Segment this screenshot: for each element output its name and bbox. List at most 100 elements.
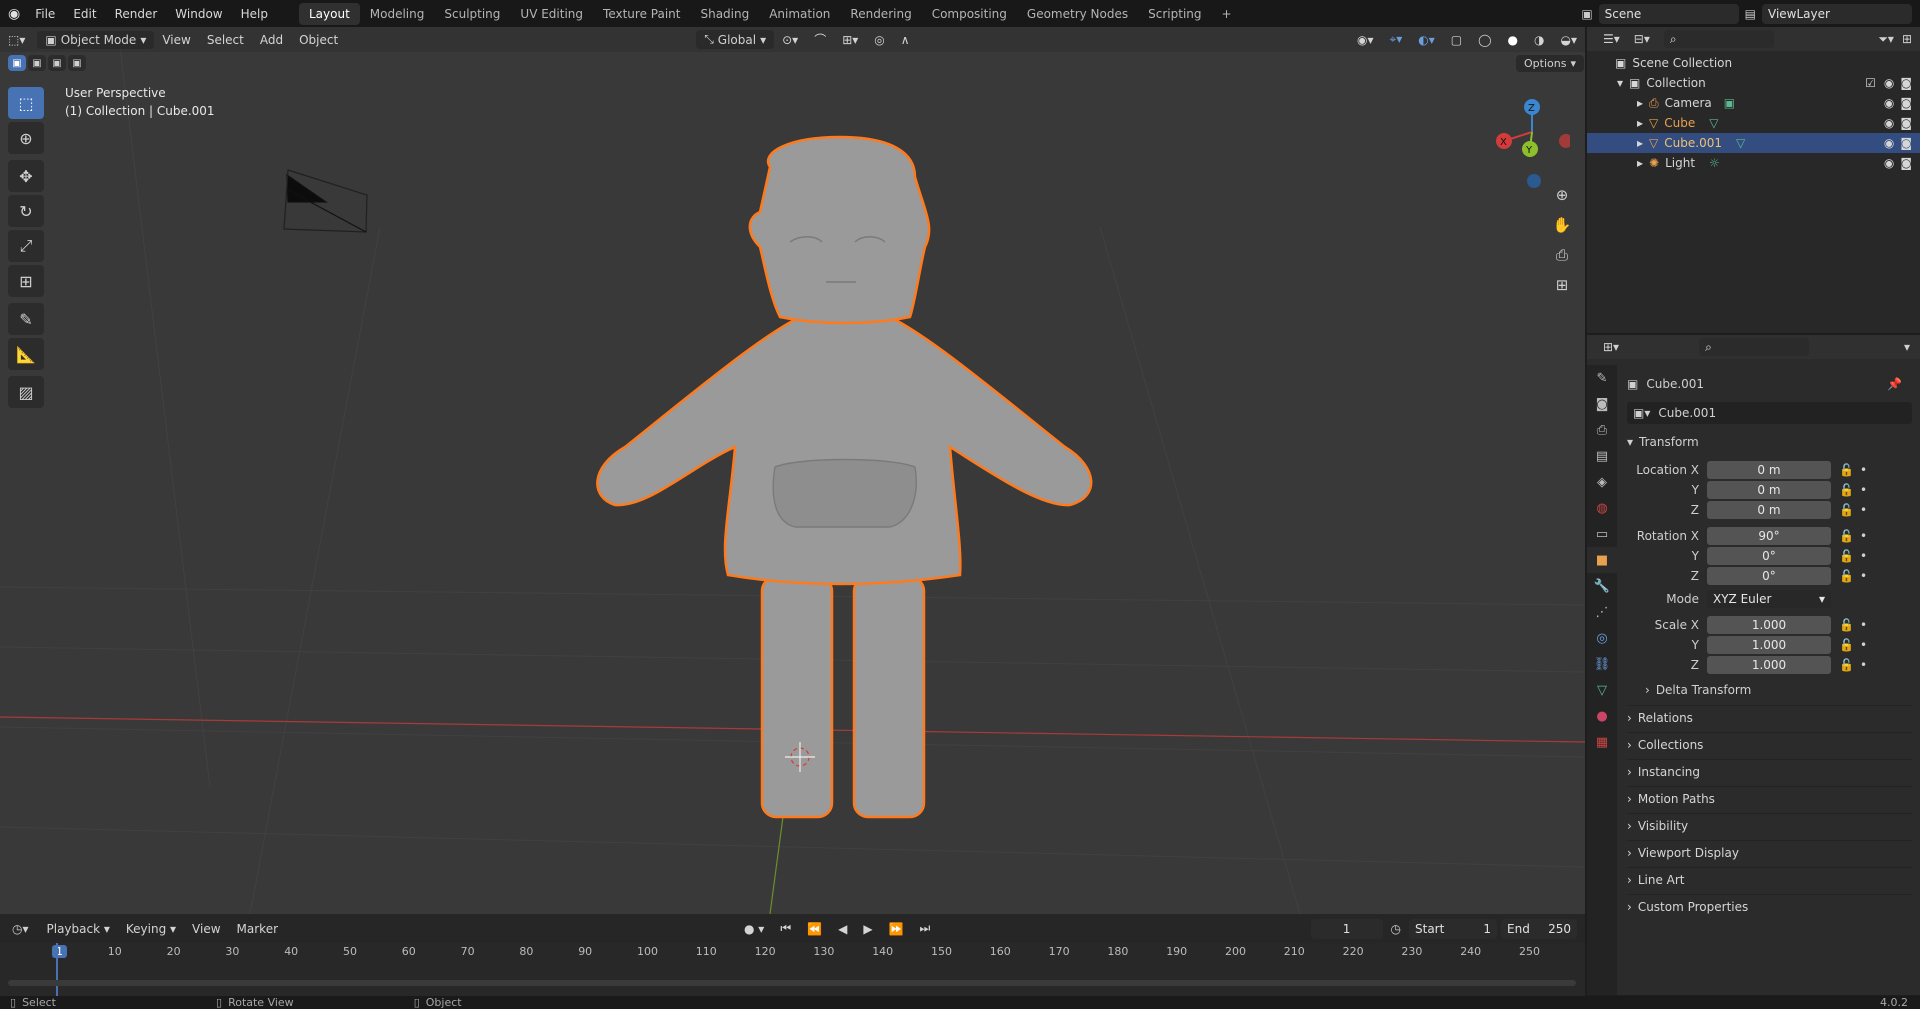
- eye-icon[interactable]: ◉: [1884, 136, 1894, 150]
- scale-tool-icon[interactable]: ⤢: [8, 230, 44, 262]
- properties-search-input[interactable]: ⌕: [1699, 338, 1810, 356]
- timeline-menu-playback[interactable]: Playback ▾: [39, 922, 118, 936]
- camera-render-icon[interactable]: ◙: [1900, 76, 1912, 90]
- keyframe-dot-icon[interactable]: •: [1860, 658, 1867, 672]
- scene-tab-icon[interactable]: ◈: [1587, 469, 1617, 495]
- object-tab-icon[interactable]: ■: [1587, 547, 1617, 573]
- scene-icon[interactable]: ▣: [1581, 7, 1592, 21]
- timeline-menu-marker[interactable]: Marker: [229, 922, 286, 936]
- preview-range-icon[interactable]: ◷: [1391, 922, 1401, 936]
- keyframe-dot-icon[interactable]: •: [1860, 638, 1867, 652]
- lock-icon[interactable]: 🔓: [1839, 549, 1854, 563]
- location-z-field[interactable]: 0 m: [1707, 501, 1831, 519]
- annotate-tool-icon[interactable]: ✎: [8, 303, 44, 335]
- scene-selector[interactable]: Scene: [1598, 3, 1739, 24]
- pan-hand-icon[interactable]: ✋: [1548, 211, 1576, 239]
- play-reverse-icon[interactable]: ◀: [830, 922, 855, 936]
- filter-icon[interactable]: ⏷▾: [1878, 32, 1894, 47]
- start-frame-field[interactable]: Start 1: [1409, 918, 1497, 939]
- modifier-tab-icon[interactable]: 🔧: [1587, 573, 1617, 599]
- chevron-down-icon[interactable]: ▾: [1617, 76, 1623, 90]
- playhead-line[interactable]: [56, 943, 58, 997]
- delta-transform-subpanel[interactable]: › Delta Transform: [1645, 683, 1751, 697]
- view-layer-icon[interactable]: ▤: [1745, 7, 1756, 21]
- transform-panel-header[interactable]: ▾ Transform: [1627, 435, 1699, 449]
- collection-tab-icon[interactable]: ▭: [1587, 521, 1617, 547]
- camera-render-icon[interactable]: ◙: [1900, 136, 1912, 150]
- falloff-icon[interactable]: ∧: [893, 33, 918, 47]
- material-tab-icon[interactable]: ●: [1587, 703, 1617, 729]
- cursor-tool-icon[interactable]: ⊕: [8, 122, 44, 154]
- visibility-icon[interactable]: ◉▾: [1349, 33, 1382, 47]
- eye-icon[interactable]: ◉: [1884, 76, 1894, 90]
- new-collection-icon[interactable]: ⊞: [1902, 32, 1912, 46]
- 3d-viewport[interactable]: ⬚▾ ▣ Object Mode ▾ View Select Add Objec…: [0, 27, 1585, 914]
- end-frame-field[interactable]: End 250: [1501, 918, 1577, 939]
- timeline-menu-keying[interactable]: Keying ▾: [118, 922, 184, 936]
- mesh-data-icon[interactable]: ▽: [1709, 116, 1718, 130]
- world-tab-icon[interactable]: ◍: [1587, 495, 1617, 521]
- object-name-field[interactable]: ▣▾ Cube.001: [1627, 402, 1912, 424]
- record-keyframe-icon[interactable]: ● ▾: [736, 922, 772, 936]
- object-mode-dropdown[interactable]: ▣ Object Mode ▾: [37, 30, 155, 49]
- move-tool-icon[interactable]: ✥: [8, 160, 44, 192]
- workspace-tab-texture-paint[interactable]: Texture Paint: [593, 3, 690, 25]
- prev-keyframe-icon[interactable]: ⏪: [799, 922, 830, 936]
- scale-x-field[interactable]: 1.000: [1707, 616, 1831, 634]
- wireframe-shading-icon[interactable]: ◯: [1470, 33, 1499, 47]
- timeline-ruler[interactable]: 1 10 20 30 40 50 60 70 80 90 100 110 120 130 140 150 160…: [0, 943, 1585, 963]
- solid-shading-icon[interactable]: ●: [1500, 33, 1526, 47]
- viewport-menu-add[interactable]: Add: [252, 33, 291, 47]
- chevron-right-icon[interactable]: ▸: [1637, 96, 1643, 110]
- outliner-editor-type-icon[interactable]: ☰▾: [1603, 32, 1620, 46]
- lock-icon[interactable]: 🔓: [1839, 618, 1854, 632]
- eye-icon[interactable]: ◉: [1884, 156, 1894, 170]
- outliner-item-camera[interactable]: ▸ ⎙ Camera ▣ ◉ ◙: [1587, 93, 1920, 113]
- select-new-icon[interactable]: ▣: [8, 55, 26, 71]
- jump-start-icon[interactable]: ⏮: [772, 921, 799, 936]
- chevron-right-icon[interactable]: ▸: [1637, 136, 1643, 150]
- lock-icon[interactable]: 🔓: [1839, 638, 1854, 652]
- zoom-icon[interactable]: ⊕: [1548, 181, 1576, 209]
- menu-help[interactable]: Help: [232, 7, 277, 21]
- panel-viewport-display[interactable]: › Viewport Display: [1627, 840, 1912, 864]
- measure-tool-icon[interactable]: 📐: [8, 338, 44, 370]
- checkbox-icon[interactable]: ☑: [1865, 76, 1876, 90]
- rotation-z-field[interactable]: 0°: [1707, 567, 1831, 585]
- keyframe-dot-icon[interactable]: •: [1860, 529, 1867, 543]
- eye-icon[interactable]: ◉: [1884, 116, 1894, 130]
- chevron-right-icon[interactable]: ▸: [1637, 156, 1643, 170]
- ortho-grid-icon[interactable]: ⊞: [1548, 271, 1576, 299]
- viewport-menu-select[interactable]: Select: [199, 33, 252, 47]
- display-mode-icon[interactable]: ⊟▾: [1634, 32, 1650, 46]
- lock-icon[interactable]: 🔓: [1839, 569, 1854, 583]
- timeline-menu-view[interactable]: View: [184, 922, 228, 936]
- workspace-tab-scripting[interactable]: Scripting: [1138, 3, 1211, 25]
- chevron-right-icon[interactable]: ▸: [1637, 116, 1643, 130]
- keyframe-dot-icon[interactable]: •: [1860, 549, 1867, 563]
- panel-visibility[interactable]: › Visibility: [1627, 813, 1912, 837]
- keyframe-dot-icon[interactable]: •: [1860, 618, 1867, 632]
- camera-view-icon[interactable]: ⎙: [1548, 241, 1576, 269]
- timeline-editor-type-icon[interactable]: ◷▾: [12, 922, 29, 936]
- play-icon[interactable]: ▶: [855, 922, 880, 936]
- lock-icon[interactable]: 🔓: [1839, 658, 1854, 672]
- render-tab-icon[interactable]: ◙: [1587, 391, 1617, 417]
- keyframe-dot-icon[interactable]: •: [1860, 483, 1867, 497]
- physics-tab-icon[interactable]: ◎: [1587, 625, 1617, 651]
- panel-relations[interactable]: › Relations: [1627, 705, 1912, 729]
- workspace-tab-sculpting[interactable]: Sculpting: [434, 3, 510, 25]
- outliner-search-input[interactable]: ⌕: [1663, 30, 1774, 48]
- transform-orientation-dropdown[interactable]: ⤡ Global ▾: [696, 30, 775, 49]
- snap-icon[interactable]: ⌒: [806, 31, 834, 48]
- outliner-item-light[interactable]: ▸ ✺ Light ☼ ◉ ◙: [1587, 153, 1920, 173]
- mesh-data-icon[interactable]: ▽: [1736, 136, 1745, 150]
- workspace-tab-compositing[interactable]: Compositing: [922, 3, 1017, 25]
- scale-z-field[interactable]: 1.000: [1707, 656, 1831, 674]
- pin-icon[interactable]: 📌: [1887, 377, 1902, 391]
- properties-editor-type-icon[interactable]: ⊞▾: [1603, 340, 1619, 354]
- outliner-item-cube[interactable]: ▸ ▽ Cube ▽ ◉ ◙: [1587, 113, 1920, 133]
- location-x-field[interactable]: 0 m: [1707, 461, 1831, 479]
- data-tab-icon[interactable]: ▽: [1587, 677, 1617, 703]
- material-shading-icon[interactable]: ◑: [1526, 33, 1552, 47]
